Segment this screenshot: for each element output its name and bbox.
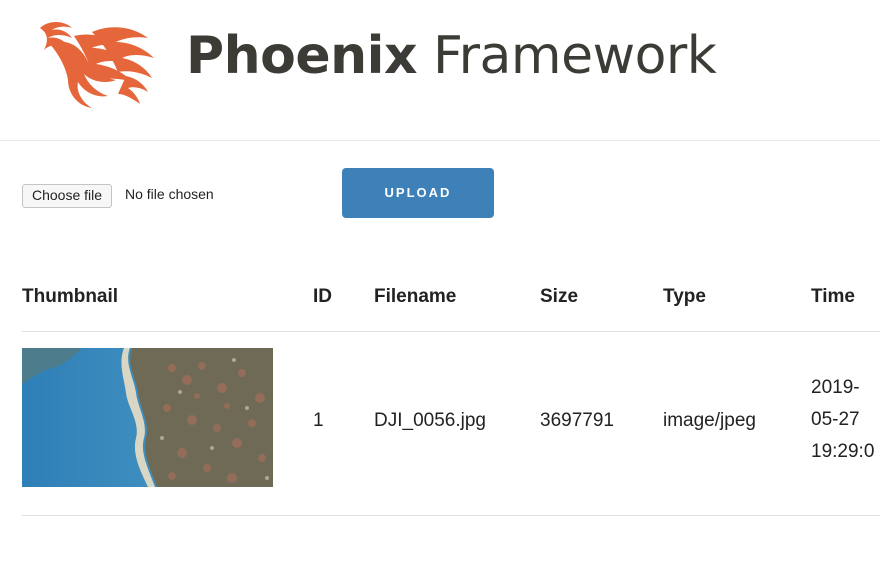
aerial-photo-thumbnail[interactable] xyxy=(22,348,273,487)
row-divider xyxy=(22,515,880,516)
phoenix-logo-icon[interactable] xyxy=(30,14,165,114)
brand-name-bold: Phoenix xyxy=(186,26,418,86)
cell-type: image/jpeg xyxy=(663,410,756,431)
cell-time-clock: 19:29:0 xyxy=(811,441,875,462)
choose-file-button[interactable]: Choose file xyxy=(22,184,113,208)
column-header-id: ID xyxy=(313,286,332,307)
cell-time: 2019- 05-27 19:29:0 xyxy=(811,372,874,468)
cell-filename[interactable]: DJI_0056.jpg xyxy=(374,410,486,432)
cell-id: 1 xyxy=(313,410,324,431)
upload-button[interactable]: UPLOAD xyxy=(342,168,494,218)
column-header-thumbnail: Thumbnail xyxy=(22,286,119,307)
cell-size: 3697791 xyxy=(540,410,614,431)
column-header-time: Time xyxy=(811,286,856,307)
site-header: Phoenix Framework xyxy=(0,0,880,141)
cell-time-date-part2: 05-27 xyxy=(811,409,860,430)
column-header-type: Type xyxy=(663,286,706,307)
column-header-filename: Filename xyxy=(374,286,457,307)
upload-form: Choose file No file chosen UPLOAD xyxy=(22,168,502,220)
brand-title: Phoenix Framework xyxy=(186,30,717,82)
column-header-size: Size xyxy=(540,286,579,307)
cell-time-date-part1: 2019- xyxy=(811,377,860,398)
header-divider xyxy=(22,331,880,332)
file-status-text: No file chosen xyxy=(125,186,214,202)
brand-name-light: Framework xyxy=(417,26,717,86)
